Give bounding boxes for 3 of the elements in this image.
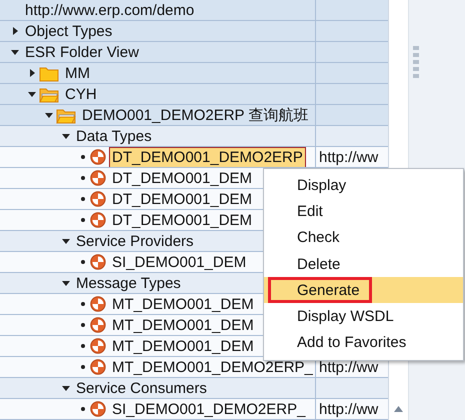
url-text: http://ww xyxy=(319,400,378,418)
url-text: http://ww xyxy=(319,358,378,376)
url-text: http://ww xyxy=(319,148,378,166)
